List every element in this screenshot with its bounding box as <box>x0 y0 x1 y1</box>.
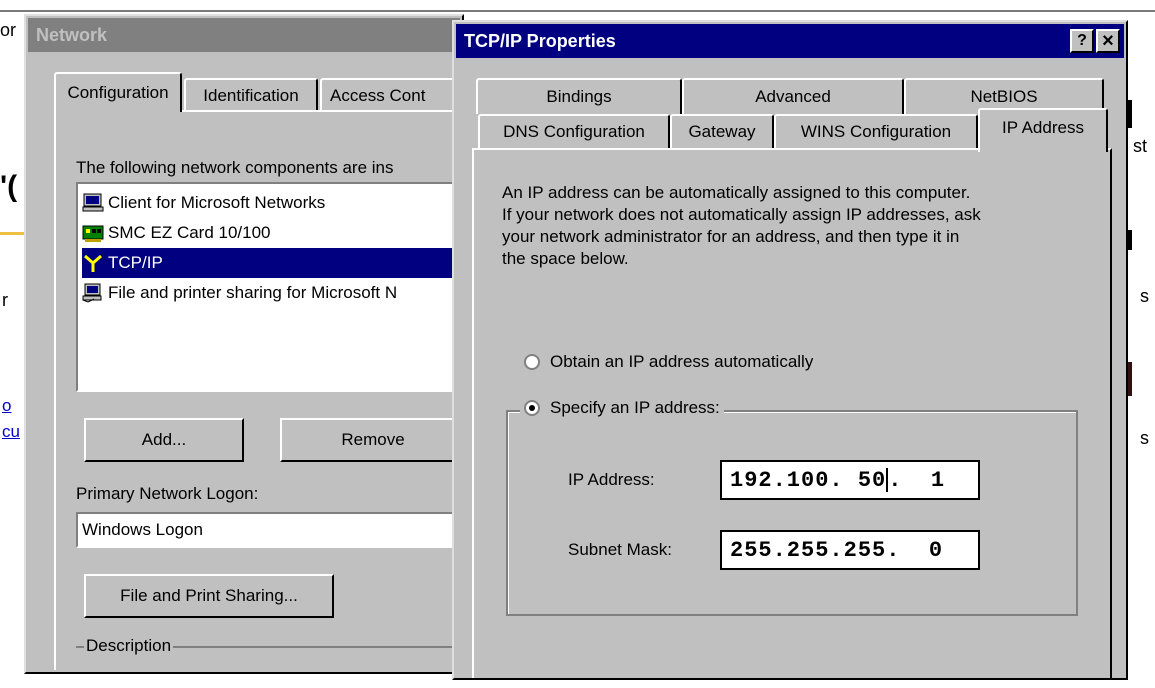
add-button[interactable]: Add... <box>84 418 244 462</box>
page-glyph <box>1128 100 1132 128</box>
close-button[interactable]: × <box>1096 29 1120 53</box>
list-item-file-sharing[interactable]: File and printer sharing for Microsoft N <box>82 278 397 308</box>
tab-access-control[interactable]: Access Cont <box>320 78 460 112</box>
list-item-tcpip[interactable]: TCP/IP <box>82 248 462 278</box>
file-sharing-icon <box>82 283 104 303</box>
option-specify-ip[interactable]: Specify an IP address: <box>520 398 724 418</box>
network-card-icon <box>82 223 104 243</box>
tab-bindings[interactable]: Bindings <box>476 78 682 114</box>
remove-button[interactable]: Remove <box>280 418 466 462</box>
page-fragment-heading: '( <box>0 170 18 203</box>
ip-address-panel: An IP address can be automatically assig… <box>472 148 1112 678</box>
page-fragment: s <box>1140 286 1149 306</box>
tcpip-title-bar[interactable]: TCP/IP Properties <box>456 24 1124 58</box>
option-obtain-automatically[interactable]: Obtain an IP address automatically <box>524 352 813 372</box>
page-fragment: st <box>1133 136 1148 156</box>
configuration-panel: The following network components are ins… <box>54 110 468 670</box>
tcpip-properties-window: TCP/IP Properties ? × Bindings Advanced … <box>452 20 1128 680</box>
description-label: Description <box>84 636 174 656</box>
primary-logon-select[interactable]: Windows Logon <box>76 512 468 548</box>
page-fragment: r <box>2 290 8 310</box>
tcpip-title: TCP/IP Properties <box>464 30 616 51</box>
tab-advanced[interactable]: Advanced <box>682 78 904 114</box>
tab-wins-configuration[interactable]: WINS Configuration <box>774 114 978 148</box>
list-item-nic[interactable]: SMC EZ Card 10/100 <box>82 218 271 248</box>
network-window: Network Configuration Identification Acc… <box>24 14 468 674</box>
help-button[interactable]: ? <box>1070 29 1094 53</box>
tab-gateway[interactable]: Gateway <box>670 114 774 148</box>
components-label: The following network components are ins <box>76 158 394 177</box>
ip-address-field[interactable]: 192.100. 50. 1 <box>720 460 980 500</box>
intro-text: An IP address can be automatically assig… <box>502 183 981 268</box>
page-link[interactable]: o <box>2 396 11 416</box>
ip-address-label: IP Address: <box>568 470 655 489</box>
page-fragment: or <box>0 20 17 40</box>
tab-ip-address[interactable]: IP Address <box>978 108 1108 152</box>
page-link[interactable]: cu <box>2 422 20 442</box>
tab-identification[interactable]: Identification <box>184 78 318 112</box>
components-list[interactable]: Client for Microsoft Networks SMC EZ Car… <box>76 182 466 392</box>
protocol-icon <box>82 253 104 273</box>
tab-configuration[interactable]: Configuration <box>54 72 182 112</box>
specify-ip-group <box>506 410 1078 616</box>
primary-logon-label: Primary Network Logon: <box>76 484 259 503</box>
list-item-client[interactable]: Client for Microsoft Networks <box>82 188 325 218</box>
radio-specify-ip[interactable] <box>524 400 540 416</box>
network-title-bar[interactable]: Network <box>28 18 460 52</box>
network-title: Network <box>36 24 108 45</box>
radio-obtain-automatically[interactable] <box>524 354 540 370</box>
client-icon <box>82 193 104 213</box>
page-glyph <box>1128 362 1132 396</box>
close-icon: × <box>1102 29 1114 52</box>
page-glyph <box>1128 230 1132 250</box>
page-fragment: s <box>1140 428 1149 448</box>
file-and-print-sharing-button[interactable]: File and Print Sharing... <box>84 574 334 618</box>
subnet-mask-label: Subnet Mask: <box>568 540 672 559</box>
subnet-mask-field[interactable]: 255.255.255. 0 <box>720 530 980 570</box>
browser-top-edge <box>0 0 1155 12</box>
tab-dns-configuration[interactable]: DNS Configuration <box>478 114 670 148</box>
